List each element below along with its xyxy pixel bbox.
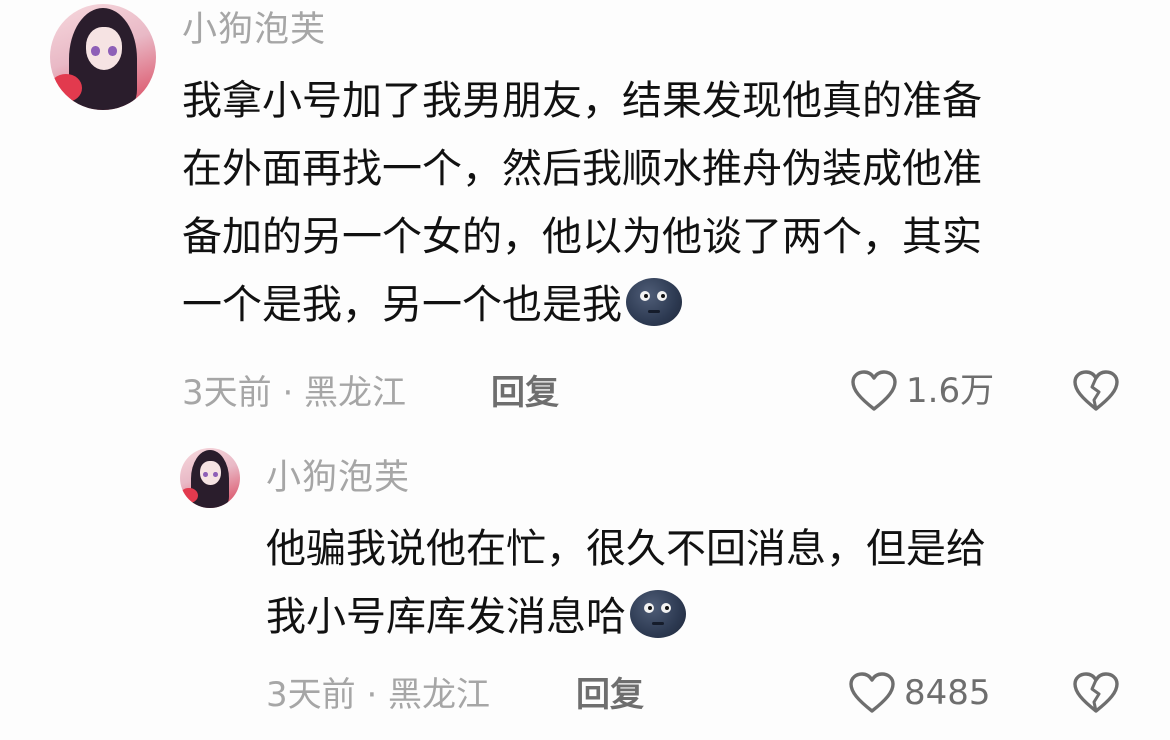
username[interactable]: 小狗泡芙 <box>266 458 410 498</box>
comment-line-text: 一个是我，另一个也是我 <box>182 282 622 328</box>
comment-meta: 3天前 · 黑龙江 <box>182 373 407 413</box>
like-button[interactable]: 1.6万 <box>850 369 994 413</box>
comment-line-last: 我小号库库发消息哈 <box>266 583 986 651</box>
comment-text: 他骗我说他在忙，很久不回消息，但是给 我小号库库发消息哈 <box>266 515 986 651</box>
like-count: 1.6万 <box>906 371 995 411</box>
like-button[interactable]: 8485 <box>848 671 991 715</box>
new-moon-face-emoji <box>630 590 686 638</box>
comment-line-last: 一个是我，另一个也是我 <box>182 271 982 339</box>
reply-button[interactable]: 回复 <box>491 373 559 413</box>
comment-text: 我拿小号加了我男朋友，结果发现他真的准备 在外面再找一个，然后我顺水推舟伪装成他… <box>182 67 982 339</box>
comment-meta: 3天前 · 黑龙江 <box>266 675 491 715</box>
dislike-button[interactable] <box>1072 369 1120 417</box>
reply-button[interactable]: 回复 <box>576 675 644 715</box>
like-count: 8485 <box>904 673 991 713</box>
broken-heart-icon <box>1073 672 1119 713</box>
avatar[interactable] <box>50 4 156 110</box>
username[interactable]: 小狗泡芙 <box>182 10 326 50</box>
comment-line-text: 我小号库库发消息哈 <box>266 594 626 640</box>
heart-outline-icon <box>851 370 897 411</box>
broken-heart-icon <box>1073 370 1119 411</box>
avatar[interactable] <box>180 448 240 508</box>
new-moon-face-emoji <box>626 278 682 326</box>
heart-outline-icon <box>849 672 895 713</box>
dislike-button[interactable] <box>1072 671 1120 719</box>
comment-line: 在外面再找一个，然后我顺水推舟伪装成他准 <box>182 146 982 192</box>
comment-line: 备加的另一个女的，他以为他谈了两个，其实 <box>182 214 982 260</box>
comment-line: 我拿小号加了我男朋友，结果发现他真的准备 <box>182 78 982 124</box>
comment-line: 他骗我说他在忙，很久不回消息，但是给 <box>266 526 986 572</box>
